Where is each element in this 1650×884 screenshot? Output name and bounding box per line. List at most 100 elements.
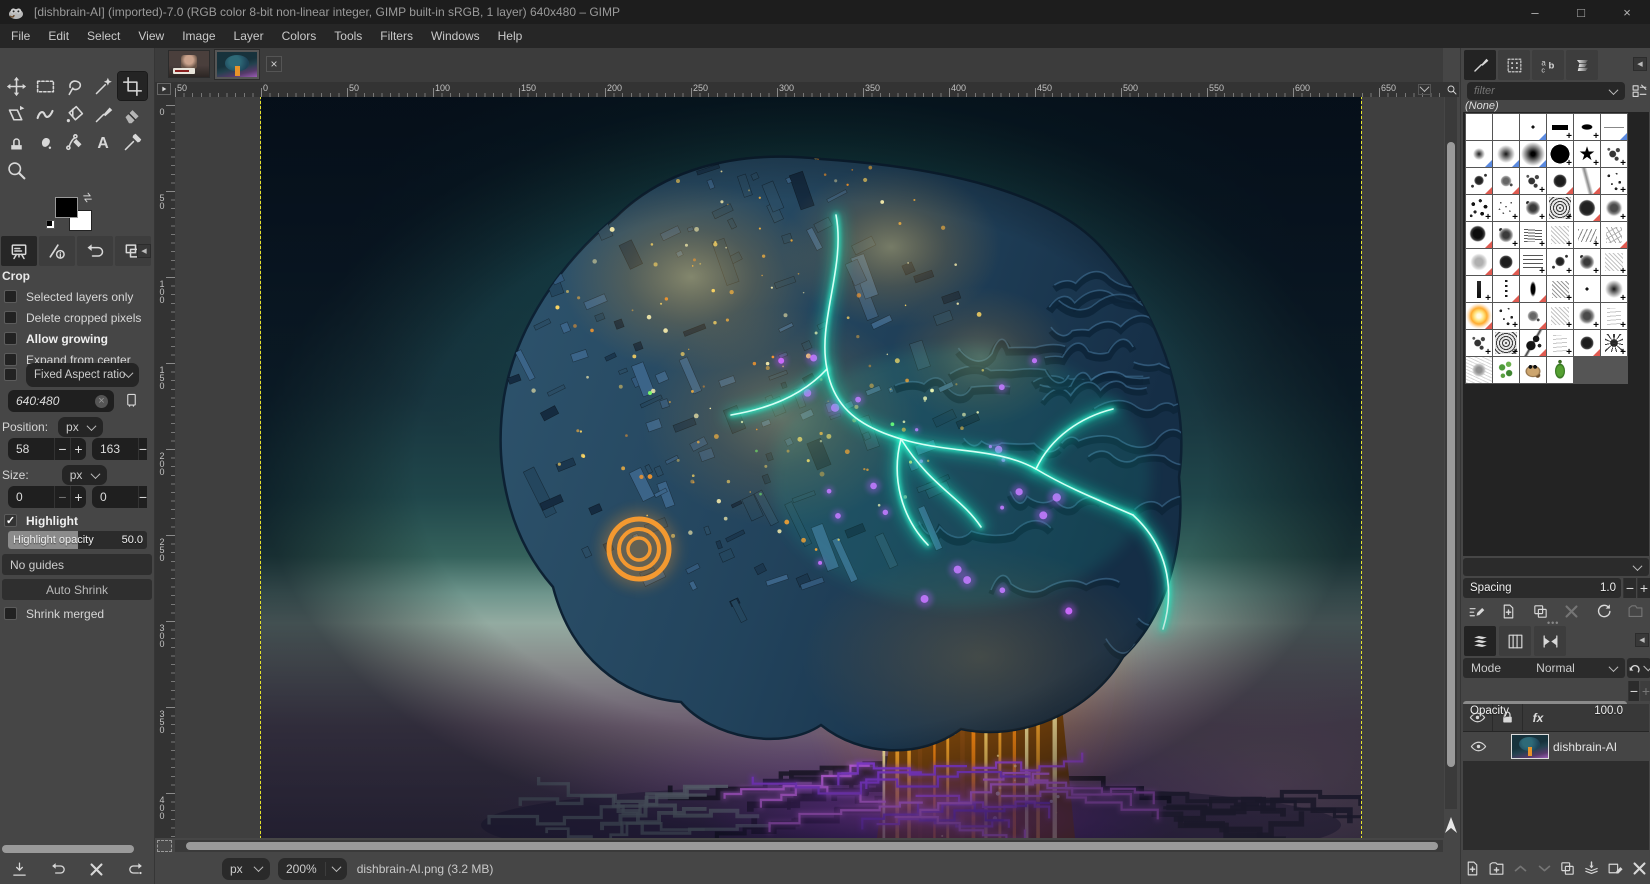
fixed-aspect-checkbox[interactable] [4, 368, 17, 381]
ruler-chevron-icon[interactable] [1418, 84, 1431, 95]
brush-cell-noise[interactable] [1466, 249, 1492, 275]
menu-filters[interactable]: Filters [371, 25, 422, 47]
clear-input-icon[interactable]: × [95, 395, 108, 408]
brush-cell-blob[interactable] [1547, 168, 1573, 194]
menu-edit[interactable]: Edit [39, 25, 78, 47]
add-layer-mask-icon[interactable] [1607, 860, 1624, 877]
brush-cell-lighttex[interactable]: + [1547, 222, 1573, 248]
tab-channels[interactable] [1499, 626, 1531, 656]
layers-menu-icon[interactable]: ◀ [1635, 633, 1649, 647]
tab-layers[interactable] [1464, 626, 1496, 656]
mode-switch-icon[interactable] [1627, 658, 1650, 678]
brush-cell-round[interactable]: + [1601, 195, 1627, 221]
brush-cell-dot[interactable] [1574, 276, 1600, 302]
mode-chevron-icon[interactable] [1609, 662, 1619, 672]
menu-layer[interactable]: Layer [225, 25, 273, 47]
restore-tool-preset-icon[interactable] [50, 861, 67, 878]
mode-value[interactable]: Normal [1536, 661, 1575, 675]
dock-tab-tool-options[interactable] [1, 236, 37, 266]
minimize-button[interactable]: – [1512, 0, 1558, 24]
new-layer-icon[interactable] [1464, 860, 1481, 877]
tab-gradients[interactable] [1566, 50, 1598, 80]
brush-cell-bar[interactable]: + [1547, 114, 1573, 140]
lower-layer-icon[interactable] [1536, 860, 1553, 877]
menu-image[interactable]: Image [173, 25, 224, 47]
maximize-button[interactable]: □ [1558, 0, 1604, 24]
paintbrush-tool[interactable] [89, 100, 118, 128]
bucket-fill-tool[interactable] [60, 100, 89, 128]
opacity-plus-button[interactable]: + [1640, 681, 1650, 701]
quick-mask-icon[interactable] [157, 840, 172, 852]
brush-cell-wisp[interactable]: + [1547, 330, 1573, 356]
brushes-menu-icon[interactable]: ◀ [1633, 57, 1647, 71]
open-brush-icon[interactable] [1627, 603, 1644, 620]
brush-cell-rings[interactable]: + [1547, 195, 1573, 221]
effects-column-label[interactable]: fx [1523, 711, 1553, 725]
close-button[interactable]: × [1604, 0, 1650, 24]
brush-cell-soft2[interactable]: + [1601, 276, 1627, 302]
brush-cell-dot[interactable] [1520, 114, 1546, 140]
brush-cell-strokes[interactable]: + [1574, 222, 1600, 248]
eraser-tool[interactable] [118, 100, 147, 128]
brush-cell-hlines[interactable]: + [1520, 249, 1546, 275]
position-y-input[interactable] [92, 438, 138, 460]
brush-cell-fine[interactable]: + [1493, 195, 1519, 221]
image-tab-news[interactable] [168, 50, 210, 78]
brush-cell-chunk[interactable]: + [1493, 222, 1519, 248]
menu-colors[interactable]: Colors [273, 25, 326, 47]
brush-cell-diag[interactable]: + [1547, 276, 1573, 302]
titlebar[interactable]: [dishbrain-AI] (imported)-7.0 (RGB color… [0, 0, 1650, 24]
checkbox-allow-growing[interactable] [4, 332, 17, 345]
brush-cell-dotline[interactable] [1493, 276, 1519, 302]
image-tab-dishbrain[interactable] [214, 49, 260, 80]
position-x-plus-button[interactable]: + [70, 438, 86, 460]
foreground-color-swatch[interactable] [55, 197, 78, 218]
clone-tool[interactable] [2, 128, 31, 156]
brush-cell-soft1[interactable] [1466, 141, 1492, 167]
brush-cell-ball[interactable] [1466, 222, 1492, 248]
horizontal-ruler[interactable]: 5005010015020025030035040045050055060065… [155, 82, 1444, 97]
delete-tool-preset-icon[interactable] [88, 861, 105, 878]
save-tool-preset-icon[interactable] [11, 861, 28, 878]
smudge-tool[interactable] [31, 128, 60, 156]
brush-cell-sketch[interactable] [1601, 222, 1627, 248]
brush-cell-leaves[interactable] [1493, 357, 1519, 383]
size-width-plus-button[interactable]: + [70, 486, 86, 508]
shrink-merged-checkbox[interactable] [4, 607, 17, 620]
status-unit-dropdown[interactable]: px [222, 858, 270, 880]
menu-view[interactable]: View [129, 25, 173, 47]
crop-tool[interactable] [118, 72, 147, 100]
brush-filter-input[interactable] [1467, 85, 1587, 97]
menu-file[interactable]: File [2, 25, 39, 47]
free-select-tool[interactable] [60, 72, 89, 100]
brush-cell-spiky[interactable]: + [1601, 330, 1627, 356]
default-colors-icon[interactable] [46, 220, 55, 229]
brush-cell-splat3[interactable] [1493, 168, 1519, 194]
brush-cell-dots[interactable]: + [1466, 195, 1492, 221]
brush-cell-lighttex[interactable]: + [1601, 249, 1627, 275]
brush-cell-soft3[interactable] [1520, 141, 1546, 167]
canvas-hscrollbar[interactable] [175, 840, 1443, 852]
layer-visibility-eye-icon[interactable] [1463, 738, 1493, 755]
layer-thumbnail[interactable] [1511, 734, 1549, 759]
highlight-opacity-slider[interactable]: Highlight opacity 50.0 [8, 531, 147, 549]
transform-tool[interactable] [2, 100, 31, 128]
spacing-minus-button[interactable]: − [1623, 578, 1636, 598]
opacity-minus-button[interactable]: − [1628, 681, 1639, 701]
vertical-ruler[interactable]: 050100150200250300350400 [155, 97, 175, 838]
size-width-minus-button[interactable]: − [54, 486, 70, 508]
brush-cell-sparse[interactable]: + [1493, 303, 1519, 329]
spacing-slider[interactable]: Spacing 1.0 [1463, 578, 1621, 598]
brush-cell-vstroke[interactable]: + [1466, 276, 1492, 302]
raise-layer-icon[interactable] [1512, 860, 1529, 877]
dock-tab-undo-history[interactable] [77, 236, 113, 266]
toolbox-hscrollbar[interactable] [2, 845, 134, 853]
brush-cell-splat2[interactable] [1466, 168, 1492, 194]
warp-tool[interactable] [31, 100, 60, 128]
text-tool[interactable]: A [89, 128, 118, 156]
brush-cell-soft2[interactable] [1493, 141, 1519, 167]
brush-cell-blank[interactable] [1493, 114, 1519, 140]
canvas-menu-icon[interactable] [157, 83, 171, 95]
edit-brush-icon[interactable] [1468, 603, 1485, 620]
tab-paths[interactable] [1534, 626, 1566, 656]
